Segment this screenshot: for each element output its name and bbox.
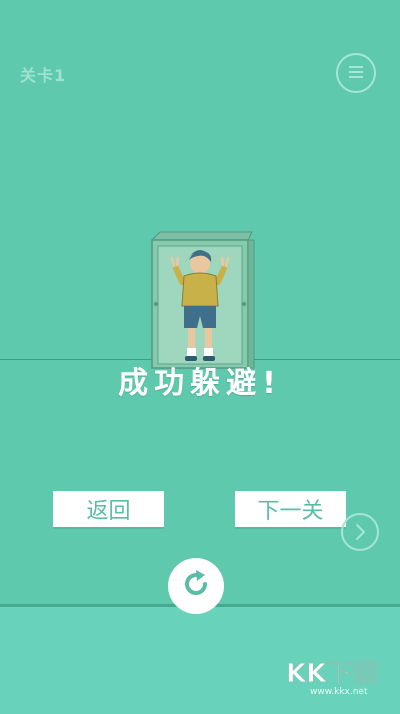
game-screen: 关卡1 成功躲避! 返回 下一关 KK下载 www.kkx.net <box>0 0 400 714</box>
hiding-cabinet-illustration <box>148 230 258 370</box>
refresh-icon <box>179 567 213 605</box>
menu-icon <box>348 64 364 83</box>
menu-button[interactable] <box>336 53 376 93</box>
next-level-button[interactable]: 下一关 <box>235 491 346 527</box>
level-label: 关卡1 <box>20 66 67 85</box>
back-button[interactable]: 返回 <box>53 491 164 527</box>
next-arrow-button[interactable] <box>341 513 379 551</box>
watermark-url: www.kkx.net <box>310 687 368 696</box>
watermark-logo: KK下载 www.kkx.net <box>284 656 400 698</box>
retry-button[interactable] <box>168 558 224 614</box>
success-message: 成功躲避! <box>118 366 282 401</box>
chevron-right-icon <box>343 524 377 553</box>
watermark-text: KK下载 <box>286 659 378 689</box>
